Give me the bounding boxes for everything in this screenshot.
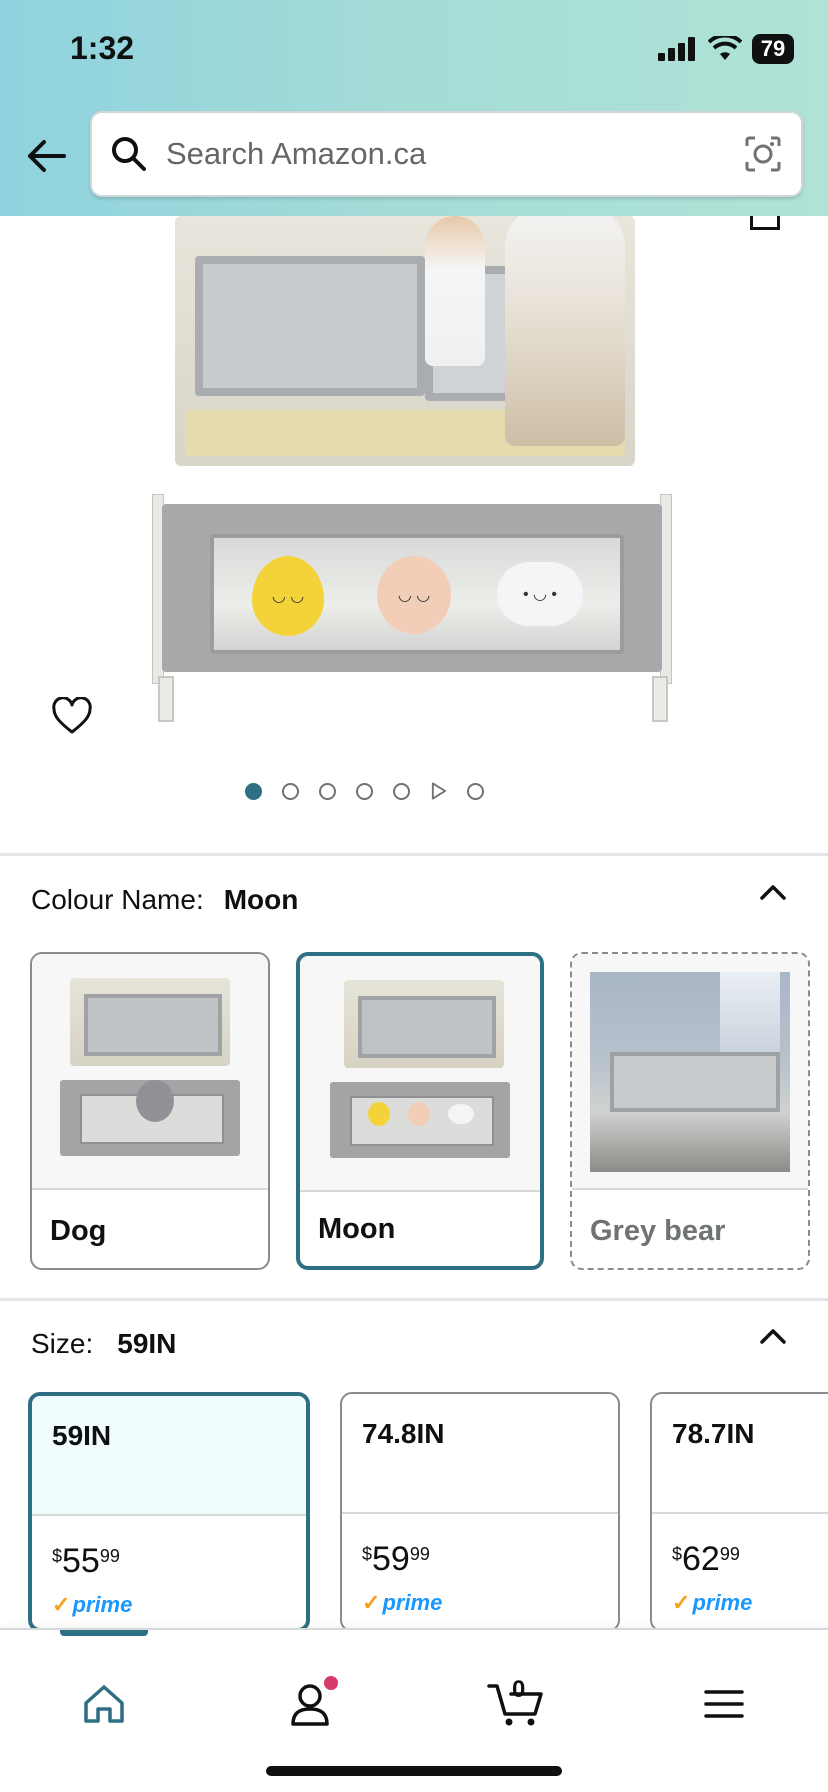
search-input[interactable] <box>166 136 743 172</box>
colour-label: Colour Name: <box>31 884 204 915</box>
moon-decoration: ◡ ◡ <box>252 556 324 636</box>
back-button[interactable] <box>24 134 68 178</box>
product-image-gallery[interactable]: ◡ ◡ ◡ ◡ • ◡ • <box>0 216 828 846</box>
size-option-price: $55 99 <box>52 1542 120 1580</box>
nav-cart[interactable]: 0 <box>484 1674 548 1734</box>
colour-option-dog[interactable]: Dog <box>30 952 270 1270</box>
favourite-button[interactable] <box>50 694 94 738</box>
nav-home[interactable] <box>74 1674 134 1734</box>
pager-dot[interactable] <box>318 782 336 800</box>
prime-badge: ✓ prime <box>672 1590 753 1615</box>
status-icons: 79 <box>658 34 794 64</box>
back-arrow-icon <box>28 140 66 172</box>
chevron-up-icon[interactable] <box>758 1322 788 1352</box>
wifi-icon <box>708 36 742 60</box>
camera-lens-icon[interactable] <box>743 134 783 174</box>
colour-thumb-moon <box>300 956 540 1192</box>
status-time: 1:32 <box>70 30 135 66</box>
share-icon[interactable] <box>750 216 780 230</box>
home-indicator <box>266 1766 562 1776</box>
cloud-decoration: • ◡ • <box>497 562 583 626</box>
colour-thumb-grey-bear <box>572 954 808 1190</box>
colour-option-label: Grey bear <box>590 1215 726 1247</box>
profile-icon <box>291 1684 329 1726</box>
size-option-74-8in[interactable]: 74.8IN $59 99 ✓ prime <box>340 1392 620 1632</box>
colour-option-moon[interactable]: Moon <box>296 952 544 1270</box>
pager-dot[interactable] <box>244 782 262 800</box>
nav-menu[interactable] <box>694 1674 754 1734</box>
colour-option-grey-bear[interactable]: Grey bear <box>570 952 810 1270</box>
image-pager[interactable] <box>0 782 778 800</box>
size-option-name: 59IN <box>52 1420 112 1451</box>
pager-video[interactable] <box>430 782 447 800</box>
size-option-name: 78.7IN <box>672 1418 755 1449</box>
battery-level: 79 <box>752 34 794 64</box>
size-label: Size: <box>31 1328 94 1359</box>
colour-option-label: Dog <box>50 1215 107 1247</box>
cart-count: 0 <box>512 1676 526 1703</box>
pager-dot[interactable] <box>355 782 373 800</box>
search-icon <box>112 137 146 171</box>
colour-option-label: Moon <box>318 1213 396 1245</box>
colour-thumb-dog <box>32 954 268 1190</box>
chevron-up-icon[interactable] <box>758 878 788 908</box>
divider <box>0 1298 828 1301</box>
bottom-nav: 0 <box>0 1628 828 1792</box>
header: 1:32 79 <box>0 0 828 216</box>
size-header: Size: 59IN <box>31 1328 176 1360</box>
signal-icon <box>658 37 695 61</box>
play-icon <box>431 782 446 800</box>
colour-selected: Moon <box>223 884 299 915</box>
size-option-price: $59 99 <box>362 1540 430 1578</box>
size-option-78-7in[interactable]: 78.7IN $62 99 ✓ prime <box>650 1392 828 1632</box>
product-image-lifestyle <box>175 216 635 466</box>
menu-icon <box>704 1690 744 1718</box>
baby-decoration: ◡ ◡ <box>377 556 451 634</box>
size-selected: 59IN <box>117 1328 177 1359</box>
size-option-price: $62 99 <box>672 1540 740 1578</box>
prime-badge: ✓ prime <box>52 1592 133 1617</box>
divider <box>0 853 828 856</box>
colour-header: Colour Name: Moon <box>31 884 298 916</box>
product-image-rail: ◡ ◡ ◡ ◡ • ◡ • <box>152 494 672 722</box>
pager-dot[interactable] <box>281 782 299 800</box>
nav-active-indicator <box>60 1630 148 1636</box>
size-option-59in[interactable]: 59IN $55 99 ✓ prime <box>28 1392 310 1632</box>
home-icon <box>84 1685 124 1723</box>
heart-icon <box>52 697 92 734</box>
pager-dot[interactable] <box>466 782 484 800</box>
notification-dot <box>324 1676 338 1690</box>
search-bar[interactable] <box>90 111 803 197</box>
prime-badge: ✓ prime <box>362 1590 443 1615</box>
size-option-name: 74.8IN <box>362 1418 445 1449</box>
pager-dot[interactable] <box>392 782 410 800</box>
nav-profile[interactable] <box>280 1674 340 1734</box>
